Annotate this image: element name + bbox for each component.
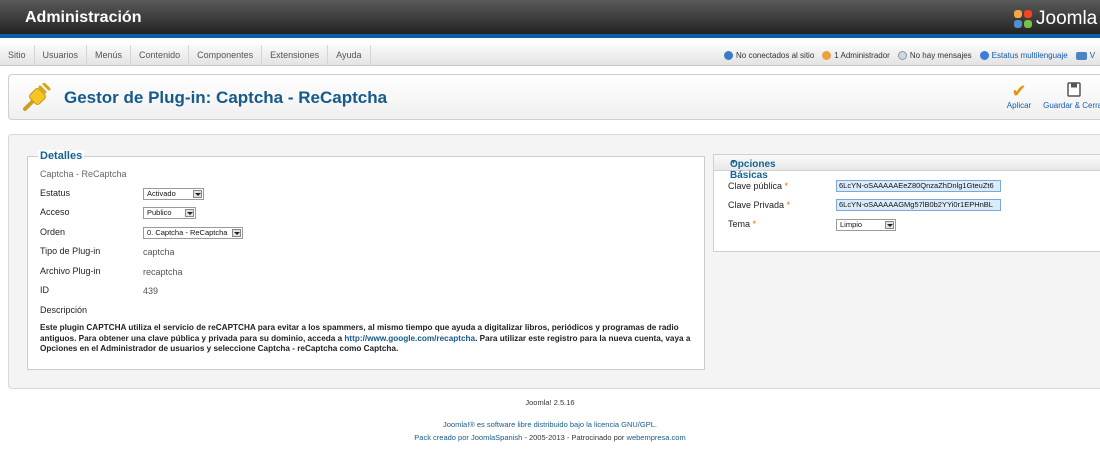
menu-item-componentes[interactable]: Componentes: [189, 45, 263, 66]
public-key-input[interactable]: 6LcYN-oSAAAAAEeZ80QnzaZhDnlg1GteuZt6: [836, 180, 1001, 192]
apply-button[interactable]: ✔ Aplicar: [1004, 81, 1034, 110]
access-label: Acceso: [40, 207, 70, 217]
private-key-label: Clave Privada *: [728, 200, 791, 210]
menu-item-menus[interactable]: Menús: [87, 45, 132, 66]
plugin-file-label: Archivo Plug-in: [40, 266, 101, 276]
status-bar: No conectados al sitio 1 Administrador N…: [724, 45, 1095, 66]
main-menu: Sitio Usuarios Menús Contenido Component…: [0, 45, 371, 66]
user-icon: [822, 51, 832, 60]
footer-credits: Pack creado por JoomlaSpanish - 2005-201…: [414, 433, 686, 442]
description-text: Este plugin CAPTCHA utiliza el servicio …: [40, 323, 691, 353]
public-key-label: Clave pública *: [728, 181, 789, 191]
admin-title: Administración: [25, 9, 142, 26]
basic-options-panel: ▼ Opciones Básicas Clave pública * 6LcYN…: [713, 154, 1100, 252]
globe-icon: [979, 51, 989, 60]
joomla-logo-icon: [1014, 10, 1032, 28]
recaptcha-link[interactable]: http://www.google.com/recaptcha: [344, 334, 475, 343]
basic-options-header[interactable]: ▼ Opciones Básicas: [714, 155, 1100, 181]
status-multilanguage[interactable]: Estatus multilenguaje: [979, 51, 1068, 60]
menu-item-sitio[interactable]: Sitio: [0, 45, 35, 66]
chevron-down-icon: [232, 229, 241, 237]
main-menubar: Sitio Usuarios Menús Contenido Component…: [0, 45, 1100, 66]
id-label: ID: [40, 285, 49, 295]
page-toolbar: Gestor de Plug-in: Captcha - ReCaptcha ✔…: [8, 74, 1100, 120]
status-view-site[interactable]: V: [1075, 51, 1095, 60]
page-title: Gestor de Plug-in: Captcha - ReCaptcha: [64, 88, 388, 107]
webempresa-link[interactable]: webempresa.com: [627, 433, 686, 442]
order-label: Orden: [40, 227, 66, 237]
details-legend: Detalles: [38, 150, 85, 162]
plugin-name: Captcha - ReCaptcha: [40, 169, 127, 179]
chevron-down-icon: [885, 221, 894, 229]
menu-item-contenido[interactable]: Contenido: [131, 45, 190, 66]
save-close-button[interactable]: Guardar & Cerrar: [1041, 81, 1100, 110]
theme-select[interactable]: Limpio: [836, 219, 896, 231]
order-select[interactable]: 0. Captcha - ReCaptcha: [143, 227, 243, 239]
joomla-logo[interactable]: Joomla: [1014, 8, 1097, 30]
plugin-type-label: Tipo de Plug-in: [40, 246, 101, 256]
status-visitors[interactable]: No conectados al sitio: [724, 51, 814, 60]
status-messages[interactable]: No hay mensajes: [897, 51, 972, 60]
private-key-input[interactable]: 6LcYN-oSAAAAAGMg57lB0b2YYi0r1EPHnBL: [836, 199, 1001, 211]
status-label: Estatus: [40, 188, 71, 198]
joomlaspanish-link[interactable]: JoomlaSpanish: [471, 433, 522, 442]
plugin-icon: [23, 83, 51, 111]
joomla-logo-text: Joomla: [1036, 8, 1098, 29]
chevron-down-icon: [185, 209, 194, 217]
details-fieldset: Detalles Captcha - ReCaptcha Estatus Act…: [27, 150, 705, 370]
id-value: 439: [143, 286, 159, 296]
theme-label: Tema *: [728, 219, 757, 229]
plugin-file-value: recaptcha: [143, 267, 183, 277]
message-icon: [897, 51, 907, 60]
floppy-icon: [1067, 82, 1081, 97]
save-icon: [1041, 81, 1100, 101]
footer-license: Joomla!® es software libre distribuido b…: [443, 420, 657, 429]
status-admins[interactable]: 1 Administrador: [822, 51, 890, 60]
menu-item-ayuda[interactable]: Ayuda: [328, 45, 371, 66]
check-icon: ✔: [1011, 81, 1027, 101]
menu-item-usuarios[interactable]: Usuarios: [35, 45, 88, 66]
chevron-down-icon: [193, 190, 202, 198]
menu-item-extensiones[interactable]: Extensiones: [262, 45, 329, 66]
plugin-type-value: captcha: [143, 247, 175, 257]
monitor-icon: [1075, 51, 1087, 60]
admin-header: Administración Joomla: [0, 0, 1100, 38]
footer-version: Joomla! 2.5.16: [525, 398, 575, 407]
users-icon: [724, 51, 733, 60]
status-select[interactable]: Activado: [143, 188, 204, 200]
access-select[interactable]: Publico: [143, 207, 196, 219]
description-label: Descripción: [40, 305, 88, 315]
